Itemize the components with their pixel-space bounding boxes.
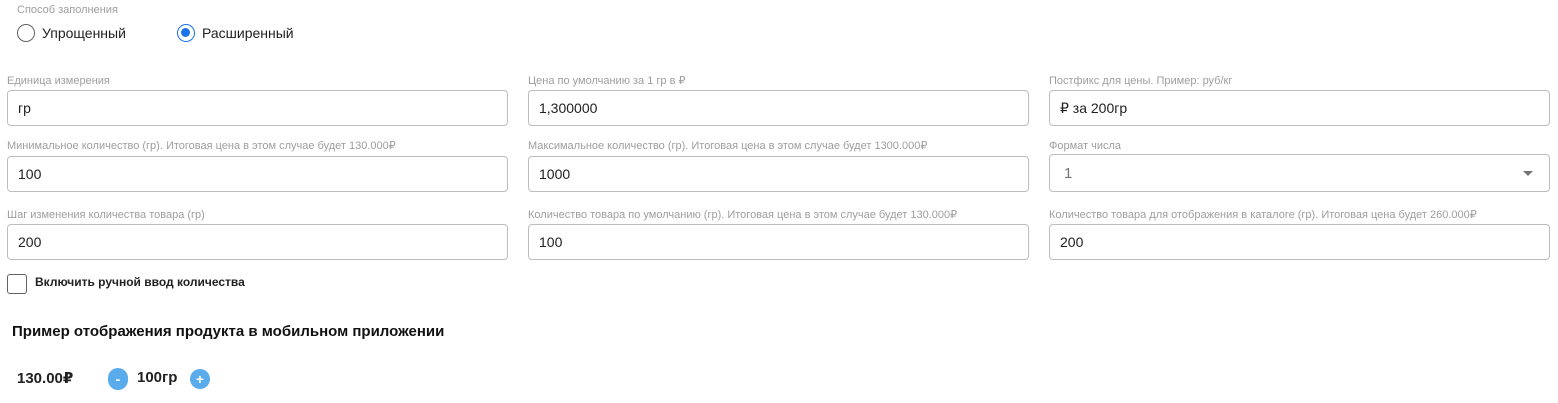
price-postfix-input[interactable]: ₽ за 200гр [1049,90,1550,126]
min-qty-label: Минимальное количество (гр). Итоговая це… [7,140,396,152]
default-price-input[interactable]: 1,300000 [528,90,1029,126]
chevron-down-icon[interactable] [1523,170,1533,176]
number-format-value: 1 [1064,164,1073,182]
min-qty-input[interactable]: 100 [7,156,508,192]
manual-input-label: Включить ручной ввод количества [35,275,245,289]
unit-label: Единица измерения [7,75,110,87]
minus-button-label: - [115,371,121,387]
catalog-qty-value: 200 [1060,234,1084,250]
radio-extended[interactable]: Расширенный [177,24,294,42]
manual-input-row[interactable]: Включить ручной ввод количества [7,274,245,294]
preview-quantity: 100гр [137,369,178,386]
max-qty-label: Максимальное количество (гр). Итоговая ц… [528,140,928,152]
radio-extended-label: Расширенный [202,25,294,41]
qty-step-value: 200 [18,234,42,250]
fill-mode-label: Способ заполнения [17,4,118,16]
radio-simple-circle[interactable] [17,24,35,42]
radio-simple[interactable]: Упрощенный [17,24,126,42]
catalog-qty-input[interactable]: 200 [1049,224,1550,260]
default-price-label: Цена по умолчанию за 1 гр в ₽ [528,75,686,87]
unit-value: гр [18,100,31,116]
catalog-qty-label: Количество товара для отображения в ката… [1049,209,1477,221]
default-qty-value: 100 [539,234,563,250]
minus-icon[interactable]: - [108,368,128,390]
unit-input[interactable]: гр [7,90,508,126]
qty-step-label: Шаг изменения количества товара (гр) [7,209,205,221]
plus-button-label: + [195,371,205,387]
radio-extended-circle[interactable] [177,24,195,42]
min-qty-value: 100 [18,166,42,182]
qty-step-input[interactable]: 200 [7,224,508,260]
preview-price: 130.00₽ [17,370,74,387]
max-qty-value: 1000 [539,166,571,182]
max-qty-input[interactable]: 1000 [528,156,1029,192]
price-postfix-label: Постфикс для цены. Пример: руб/кг [1049,75,1233,87]
preview-title: Пример отображения продукта в мобильном … [12,323,445,340]
price-postfix-value: ₽ за 200гр [1060,99,1128,116]
default-qty-label: Количество товара по умолчанию (гр). Ито… [528,209,958,221]
plus-icon[interactable]: + [190,369,210,389]
number-format-label: Формат числа [1049,140,1122,152]
default-price-value: 1,300000 [539,100,598,116]
number-format-select[interactable]: 1 [1049,154,1550,192]
radio-simple-label: Упрощенный [42,25,126,41]
manual-input-checkbox[interactable] [7,274,27,294]
default-qty-input[interactable]: 100 [528,224,1029,260]
